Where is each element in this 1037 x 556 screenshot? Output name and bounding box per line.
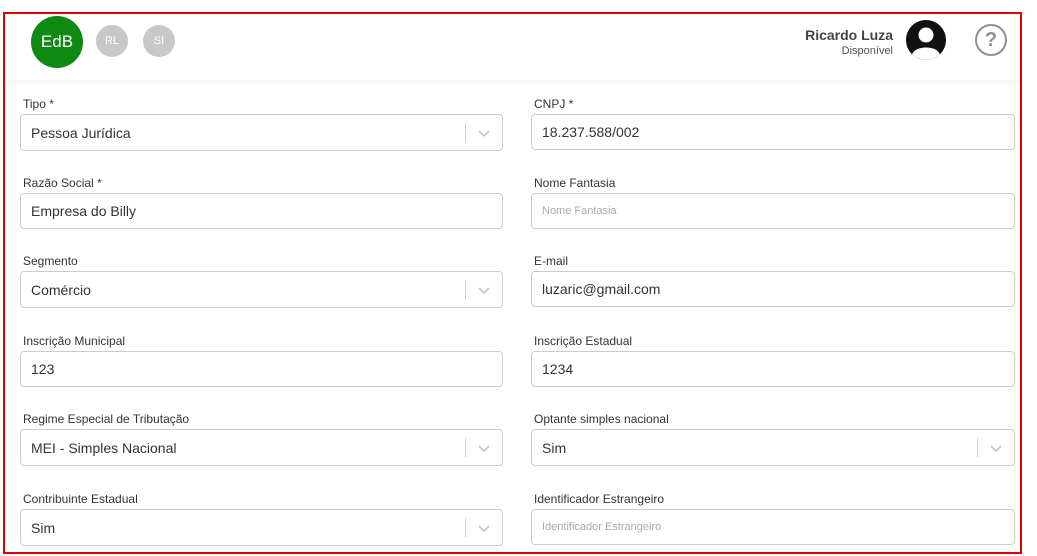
avatar-edb[interactable]: EdB: [31, 16, 83, 68]
user-name: Ricardo Luza: [805, 27, 893, 43]
input-nome-fantasia-placeholder: Nome Fantasia: [542, 205, 617, 217]
select-optante[interactable]: Sim: [531, 429, 1015, 466]
select-regime[interactable]: MEI - Simples Nacional: [20, 429, 503, 466]
field-contribuinte: Contribuinte Estadual Sim: [20, 491, 503, 546]
input-cnpj-value: 18.237.588/002: [542, 124, 640, 140]
field-segmento: Segmento Comércio: [20, 253, 503, 308]
chevron-down-icon[interactable]: [476, 282, 492, 298]
label-nome-fantasia: Nome Fantasia: [534, 176, 616, 190]
user-info: Ricardo Luza Disponível: [805, 27, 893, 57]
label-inscricao-municipal: Inscrição Municipal: [23, 334, 126, 348]
field-regime: Regime Especial de Tributação MEI - Simp…: [20, 411, 503, 466]
top-bar: EdB RL SI Ricardo Luza Disponível ?: [5, 14, 1020, 80]
select-separator: [465, 280, 466, 299]
field-nome-fantasia: Nome Fantasia Nome Fantasia: [531, 175, 1015, 229]
select-separator: [465, 438, 466, 457]
input-identificador-placeholder: Identificador Estrangeiro: [542, 521, 662, 533]
input-razao-social[interactable]: Empresa do Billy: [20, 193, 503, 229]
avatar-rl[interactable]: RL: [96, 25, 128, 57]
chevron-down-icon[interactable]: [476, 125, 492, 141]
label-contribuinte: Contribuinte Estadual: [23, 492, 138, 506]
avatar-si[interactable]: SI: [143, 25, 175, 57]
input-cnpj[interactable]: 18.237.588/002: [531, 114, 1015, 150]
field-identificador: Identificador Estrangeiro Identificador …: [531, 491, 1015, 545]
select-tipo[interactable]: Pessoa Jurídica: [20, 114, 503, 151]
input-nome-fantasia[interactable]: Nome Fantasia: [531, 193, 1015, 229]
select-segmento-value: Comércio: [31, 281, 91, 298]
input-razao-social-value: Empresa do Billy: [31, 203, 137, 219]
user-avatar-icon[interactable]: [906, 20, 946, 60]
select-contribuinte[interactable]: Sim: [20, 509, 503, 546]
label-segmento: Segmento: [23, 254, 78, 268]
input-inscricao-municipal[interactable]: 123: [20, 351, 503, 387]
question-icon: ?: [984, 28, 998, 51]
chevron-down-icon[interactable]: [476, 440, 492, 456]
label-identificador: Identificador Estrangeiro: [534, 492, 665, 506]
select-separator: [977, 438, 978, 457]
label-razao-social: Razão Social *: [23, 176, 102, 190]
label-inscricao-estadual: Inscrição Estadual: [534, 334, 633, 348]
input-email-value: luzaric@gmail.com: [542, 281, 661, 297]
label-optante: Optante simples nacional: [534, 412, 669, 426]
form-frame: EdB RL SI Ricardo Luza Disponível ? Tipo…: [3, 12, 1022, 554]
select-regime-value: MEI - Simples Nacional: [31, 439, 177, 456]
select-separator: [465, 518, 466, 537]
label-tipo: Tipo *: [23, 97, 54, 111]
field-razao-social: Razão Social * Empresa do Billy: [20, 175, 503, 229]
input-identificador[interactable]: Identificador Estrangeiro: [531, 509, 1015, 545]
help-button[interactable]: ?: [975, 24, 1007, 56]
select-optante-value: Sim: [542, 439, 567, 456]
label-cnpj: CNPJ *: [534, 97, 574, 111]
label-email: E-mail: [534, 254, 569, 268]
select-segmento[interactable]: Comércio: [20, 271, 503, 308]
user-status: Disponível: [841, 45, 893, 57]
input-inscricao-estadual-value: 1234: [542, 361, 574, 377]
field-cnpj: CNPJ * 18.237.588/002: [531, 96, 1015, 150]
select-separator: [465, 123, 466, 142]
field-inscricao-estadual: Inscrição Estadual 1234: [531, 333, 1015, 387]
field-inscricao-municipal: Inscrição Municipal 123: [20, 333, 503, 387]
label-regime: Regime Especial de Tributação: [23, 412, 190, 426]
field-tipo: Tipo * Pessoa Jurídica: [20, 96, 503, 151]
chevron-down-icon[interactable]: [988, 440, 1004, 456]
field-email: E-mail luzaric@gmail.com: [531, 253, 1015, 307]
field-optante: Optante simples nacional Sim: [531, 411, 1015, 466]
chevron-down-icon[interactable]: [476, 520, 492, 536]
input-email[interactable]: luzaric@gmail.com: [531, 271, 1015, 307]
select-contribuinte-value: Sim: [31, 519, 56, 536]
select-tipo-value: Pessoa Jurídica: [31, 124, 131, 141]
input-inscricao-municipal-value: 123: [31, 361, 55, 377]
input-inscricao-estadual[interactable]: 1234: [531, 351, 1015, 387]
